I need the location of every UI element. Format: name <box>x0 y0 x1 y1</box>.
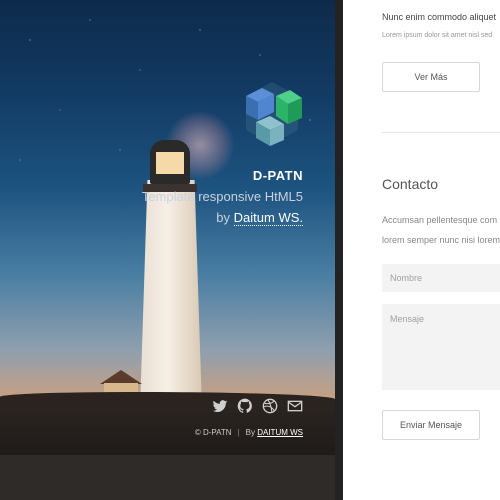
byline-link[interactable]: Daitum WS. <box>233 210 303 226</box>
twitter-icon[interactable] <box>212 398 228 414</box>
mail-icon[interactable] <box>287 398 303 414</box>
dribbble-icon[interactable] <box>262 398 278 414</box>
ver-mas-button[interactable]: Ver Más <box>382 62 480 92</box>
social-links <box>212 398 303 414</box>
brand-block: D-PATN Template responsive HtML5 by Dait… <box>141 168 303 226</box>
brand-name: D-PATN <box>252 168 303 183</box>
footer-separator: | <box>237 428 240 437</box>
byline-prefix: by <box>216 210 231 225</box>
section-divider <box>382 132 500 133</box>
message-field[interactable] <box>382 304 500 390</box>
section-title: Nunc enim commodo aliquet <box>382 12 497 22</box>
contact-text-line1: Accumsan pellentesque com <box>382 215 498 225</box>
cube-logo-icon <box>246 82 302 146</box>
footer-by-link[interactable]: DAITUM WS <box>257 428 303 437</box>
contact-title: Contacto <box>382 176 439 192</box>
hero-panel: D-PATN Template responsive HtML5 by Dait… <box>0 0 335 500</box>
section-subtitle: Lorem ipsum dolor sit amet nisl sed <box>382 32 493 39</box>
hero-footer: © D-PATN | By DAITUM WS <box>195 428 303 437</box>
panel-divider <box>335 0 343 500</box>
footer-by-prefix: By <box>245 428 255 437</box>
send-message-button[interactable]: Enviar Mensaje <box>382 410 480 440</box>
name-field[interactable] <box>382 264 500 292</box>
brand-byline: by Daitum WS. <box>142 210 303 226</box>
house-roof <box>100 370 142 384</box>
contact-text-line2: lorem semper nunc nisi lorem <box>382 235 500 245</box>
content-panel: Nunc enim commodo aliquet Lorem ipsum do… <box>343 0 500 500</box>
contact-description: Accumsan pellentesque com lorem semper n… <box>382 210 500 250</box>
github-icon[interactable] <box>237 398 253 414</box>
hero-bottom-strip <box>0 455 335 500</box>
footer-copyright: © D-PATN <box>194 428 232 437</box>
brand-tagline: Template responsive HtML5 <box>141 189 303 204</box>
